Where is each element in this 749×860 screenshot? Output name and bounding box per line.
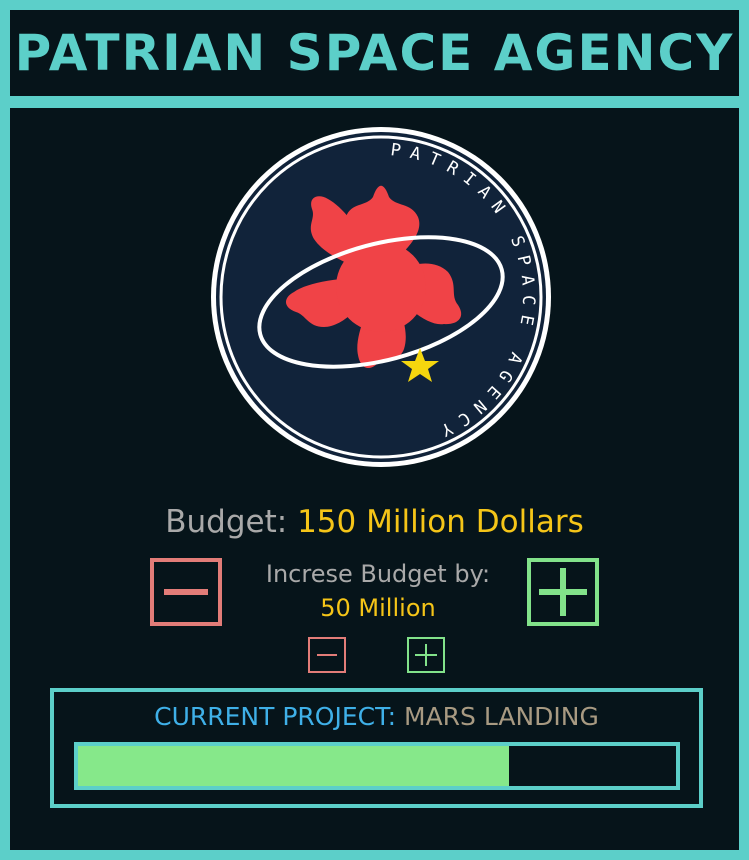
budget-value: 150 Million Dollars: [297, 504, 584, 540]
budget-label: Budget:: [165, 504, 288, 540]
increase-budget-button[interactable]: [527, 558, 599, 626]
project-label: CURRENT PROJECT:: [154, 702, 397, 731]
increase-amount: 50 Million: [320, 594, 436, 622]
header-bar: PATRIAN SPACE AGENCY: [10, 10, 739, 96]
project-progress-fill: [78, 746, 509, 786]
agency-panel: PATRIAN SPACE AGENCY Budget: 150 Million…: [10, 108, 739, 850]
increase-step-button[interactable]: [407, 637, 445, 673]
minus-icon: [317, 654, 337, 656]
minus-icon: [164, 589, 208, 595]
decrease-step-button[interactable]: [308, 637, 346, 673]
current-project-panel: CURRENT PROJECT: MARS LANDING: [50, 688, 703, 808]
page-title: PATRIAN SPACE AGENCY: [14, 24, 735, 82]
plus-icon: [539, 568, 587, 616]
project-name: MARS LANDING: [404, 702, 599, 731]
increase-label: Increse Budget by:: [265, 560, 491, 588]
budget-line: Budget: 150 Million Dollars: [10, 504, 739, 540]
decrease-budget-button[interactable]: [150, 558, 222, 626]
project-line: CURRENT PROJECT: MARS LANDING: [54, 702, 699, 731]
agency-emblem: PATRIAN SPACE AGENCY: [211, 127, 551, 467]
plus-icon: [415, 644, 437, 666]
project-progress-bar: [74, 742, 680, 790]
